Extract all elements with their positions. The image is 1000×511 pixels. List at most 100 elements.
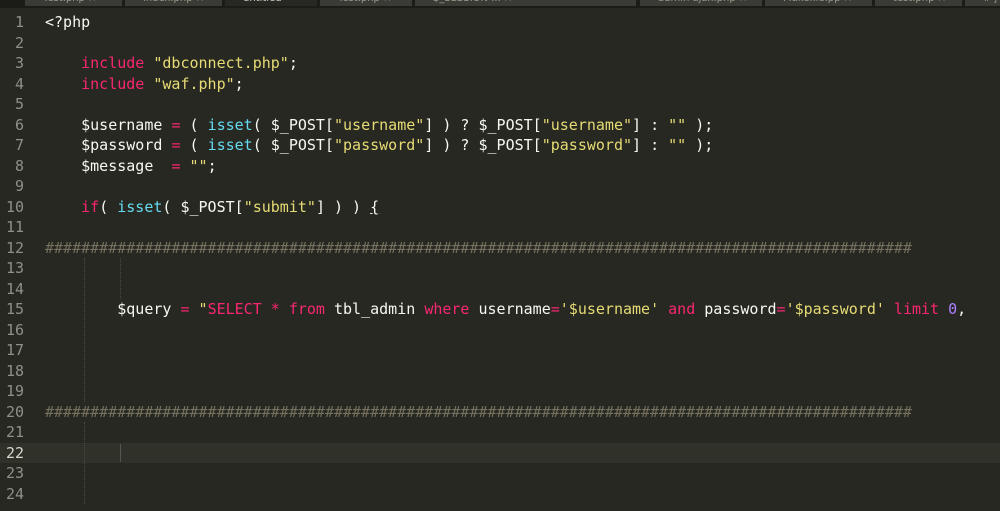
line-source: ########################################… [45,402,912,423]
code-line[interactable]: 23 [0,463,1000,484]
code-token: ] ) ? $_POST[ [424,115,542,134]
code-line[interactable]: 14 [0,279,1000,300]
code-token: { [370,197,380,216]
code-line[interactable]: 15 $query = "SELECT * from tbl_admin whe… [0,299,1000,320]
line-source: include "waf.php"; [45,74,244,95]
code-token: ; [234,74,244,93]
code-token: ] : [632,115,669,134]
code-token: ); [686,115,714,134]
line-source: if( isset( $_POST["submit"] ) ) { [45,197,379,218]
code-token: ########################################… [45,402,912,421]
code-line[interactable]: 10 if( isset( $_POST["submit"] ) ) { [0,197,1000,218]
line-number: 11 [5,218,24,236]
code-line[interactable]: 2 [0,33,1000,54]
code-token: "waf.php" [153,74,235,93]
code-token: and [668,300,696,318]
line-number: 5 [14,95,24,113]
tab-6[interactable]: Makefile.pp × [765,0,873,6]
code-line[interactable]: 1 <?php [0,12,1000,33]
code-token: password [695,300,777,318]
code-line[interactable]: 21 [0,422,1000,443]
line-number: 21 [5,423,24,441]
tab-2[interactable]: untitled • [225,0,318,6]
code-editor-window: Test.php ×index.php ×untitled •Test.php … [0,0,1000,511]
indent-guide [84,422,85,504]
tab-4[interactable]: $_SESSION ... × [415,0,637,6]
code-area[interactable]: 1 <?php 2 3 include "dbconnect.php"; 4 inclu… [0,8,1000,511]
code-token: isset [117,197,163,216]
code-token: " [198,300,208,318]
code-token: 0 [948,300,958,318]
code-line[interactable]: 12 ######################################… [0,238,1000,259]
code-line[interactable]: 13 [0,258,1000,279]
code-token: ( $_POST[ [252,115,334,134]
line-source: include "dbconnect.php"; [45,53,298,74]
line-source: $username = ( isset( $_POST["username"] … [45,115,713,136]
code-line[interactable]: 6 $username = ( isset( $_POST["username"… [0,115,1000,136]
code-token: = [180,300,190,318]
tab-0[interactable]: Test.php × [25,0,123,6]
indent-guide [84,258,85,402]
code-token: ] ) ? $_POST[ [424,136,542,154]
tab-1[interactable]: index.php × [125,0,223,6]
code-token: from [288,300,325,318]
tab-7[interactable]: test.php × [875,0,963,6]
line-number: 20 [5,402,24,421]
code-token: username [469,300,551,318]
code-token: "" [189,156,208,175]
code-token: "submit" [243,197,316,216]
code-token: ( [180,115,208,134]
code-token: ########################################… [45,238,912,257]
code-token: "password" [541,136,633,154]
code-line[interactable]: 8 $message = ""; [0,156,1000,177]
code-token: '$password' [785,300,885,318]
line-number: 2 [14,33,24,52]
code-token: = [776,300,786,318]
line-source: $message = ""; [45,156,217,177]
code-token: include [81,74,145,93]
code-token: "password" [334,136,425,154]
code-token: "" [668,136,687,154]
code-line[interactable]: 4 include "waf.php"; [0,74,1000,95]
line-number: 12 [5,238,24,257]
code-line[interactable]: 11 [0,217,1000,238]
tab-8[interactable]: # j [965,0,1000,6]
code-line[interactable]: 16 [0,320,1000,341]
code-token: tbl_admin [324,300,425,318]
code-line[interactable]: 9 [0,176,1000,197]
code-token: if [81,197,100,216]
tab-3[interactable]: Test.php × [320,0,413,6]
code-token: $username [45,115,172,134]
code-token: = [550,300,560,318]
code-line[interactable]: 22 [0,442,1000,463]
code-line[interactable]: 3 include "dbconnect.php"; [0,53,1000,74]
code-line[interactable]: 17 [0,340,1000,361]
code-token: include [81,54,145,72]
line-number: 24 [5,484,24,503]
code-line[interactable]: 18 [0,361,1000,382]
line-number: 13 [5,259,24,277]
tab-5[interactable]: admin ajax.php × [640,0,763,6]
code-token: ( $_POST[ [162,197,244,216]
code-token: isset [207,115,253,134]
code-token: <?php [45,13,91,31]
code-token: $message [45,156,172,175]
code-line[interactable]: 7 $password = ( isset( $_POST["password"… [0,135,1000,156]
code-line[interactable]: 20 ######################################… [0,402,1000,423]
line-number: 17 [5,341,24,359]
code-token: ] : [632,136,669,154]
code-line[interactable]: 24 [0,484,1000,505]
line-number: 6 [14,115,24,134]
code-line[interactable]: 19 [0,381,1000,402]
code-line[interactable]: 5 [0,94,1000,115]
line-number: 1 [14,13,24,31]
line-number: 18 [5,361,24,380]
code-token: ; [207,156,217,175]
